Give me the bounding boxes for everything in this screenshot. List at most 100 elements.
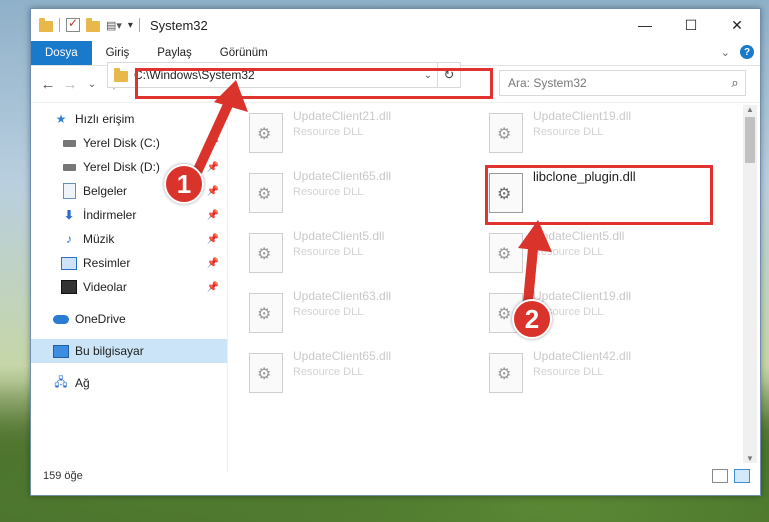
search-icon: ⌕ bbox=[731, 75, 739, 90]
search-input[interactable]: Ara: System32 bbox=[508, 76, 725, 90]
help-icon[interactable]: ? bbox=[740, 45, 754, 59]
file-name: UpdateClient42.dll bbox=[533, 349, 632, 363]
pin-icon[interactable]: 📌 bbox=[207, 186, 219, 197]
file-name: UpdateClient19.dll bbox=[533, 109, 632, 123]
address-highlight-box bbox=[135, 68, 493, 99]
status-bar: 159 öğe bbox=[31, 465, 758, 487]
dll-file-icon bbox=[249, 233, 283, 273]
pin-icon[interactable]: 📌 bbox=[207, 234, 219, 245]
sidebar-item-label: Ağ bbox=[75, 376, 90, 390]
separator bbox=[59, 18, 60, 32]
title-bar: ▤▾ ▾ System32 — ☐ ✕ bbox=[31, 9, 760, 41]
file-type: Resource DLL bbox=[533, 246, 604, 258]
sidebar-item-label: Videolar bbox=[83, 280, 127, 294]
download-icon: ⬇ bbox=[63, 208, 75, 222]
file-name: UpdateClient21.dll bbox=[293, 109, 392, 123]
navigation-pane: ★ Hızlı erişim Yerel Disk (C:) 📌 Yerel D… bbox=[31, 107, 228, 472]
sidebar-item-videos[interactable]: Videolar 📌 bbox=[31, 275, 227, 299]
file-item[interactable]: UpdateClient65.dll Resource DLL bbox=[241, 165, 471, 221]
file-item[interactable]: UpdateClient5.dll Resource DLL bbox=[481, 225, 711, 281]
back-button[interactable]: ← bbox=[37, 76, 59, 93]
properties-icon[interactable] bbox=[66, 16, 80, 32]
pin-icon[interactable]: 📌 bbox=[207, 258, 219, 269]
star-icon: ★ bbox=[55, 112, 67, 126]
expand-ribbon-icon[interactable]: ⌄ bbox=[721, 46, 730, 59]
customize-toolbar-icon[interactable]: ▤▾ bbox=[106, 19, 122, 32]
file-item[interactable]: UpdateClient5.dll Resource DLL bbox=[241, 225, 471, 281]
recent-locations-button[interactable]: ⌄ bbox=[81, 79, 103, 90]
sidebar-item-music[interactable]: ♪ Müzik 📌 bbox=[31, 227, 227, 251]
sidebar-item-quick-access[interactable]: ★ Hızlı erişim bbox=[31, 107, 227, 131]
sidebar-item-downloads[interactable]: ⬇ İndirmeler 📌 bbox=[31, 203, 227, 227]
pin-icon[interactable]: 📌 bbox=[207, 138, 219, 149]
video-icon bbox=[61, 279, 77, 295]
document-icon bbox=[61, 183, 77, 199]
sidebar-item-label: Hızlı erişim bbox=[75, 112, 135, 126]
sidebar-item-label: Resimler bbox=[83, 256, 131, 270]
sidebar-item-this-pc[interactable]: Bu bilgisayar bbox=[31, 339, 227, 363]
separator bbox=[138, 18, 140, 32]
forward-button[interactable]: → bbox=[59, 76, 81, 93]
cloud-icon bbox=[53, 311, 69, 327]
window-controls: — ☐ ✕ bbox=[622, 9, 760, 41]
window-title: System32 bbox=[149, 17, 208, 33]
file-item[interactable]: UpdateClient65.dll Resource DLL bbox=[241, 345, 471, 401]
file-type: Resource DLL bbox=[293, 366, 364, 378]
sidebar-item-network[interactable]: 🖧 Ağ bbox=[31, 371, 227, 395]
new-folder-icon[interactable] bbox=[86, 17, 100, 32]
dll-file-icon bbox=[489, 113, 523, 153]
file-highlight-box bbox=[485, 165, 713, 225]
file-item[interactable]: UpdateClient19.dll Resource DLL bbox=[481, 105, 711, 161]
dll-file-icon bbox=[249, 353, 283, 393]
file-name: UpdateClient5.dll bbox=[293, 229, 385, 243]
file-type: Resource DLL bbox=[293, 186, 364, 198]
view-buttons bbox=[712, 469, 750, 483]
details-view-icon[interactable] bbox=[712, 469, 728, 483]
drive-icon bbox=[61, 159, 77, 175]
file-item[interactable]: UpdateClient42.dll Resource DLL bbox=[481, 345, 711, 401]
pin-icon[interactable]: 📌 bbox=[207, 162, 219, 173]
sidebar-item-onedrive[interactable]: OneDrive bbox=[31, 307, 227, 331]
dll-file-icon bbox=[249, 293, 283, 333]
file-item[interactable]: UpdateClient21.dll Resource DLL bbox=[241, 105, 471, 161]
sidebar-item-label: İndirmeler bbox=[83, 208, 137, 222]
vertical-scrollbar[interactable]: ▲ ▼ bbox=[743, 105, 757, 463]
file-name: UpdateClient65.dll bbox=[293, 349, 392, 363]
file-type: Resource DLL bbox=[293, 246, 364, 258]
music-icon: ♪ bbox=[66, 232, 72, 246]
dropdown-arrow-icon[interactable]: ▾ bbox=[128, 20, 133, 31]
dll-file-icon bbox=[489, 233, 523, 273]
item-count: 159 öğe bbox=[43, 470, 83, 482]
file-type: Resource DLL bbox=[533, 126, 604, 138]
scroll-up-icon[interactable]: ▲ bbox=[743, 105, 757, 114]
step-1-callout: 1 bbox=[164, 164, 204, 204]
step-2-callout: 2 bbox=[512, 299, 552, 339]
scrollbar-thumb[interactable] bbox=[745, 117, 755, 163]
file-type: Resource DLL bbox=[293, 126, 364, 138]
search-box[interactable]: Ara: System32 ⌕ bbox=[499, 70, 746, 96]
sidebar-item-pictures[interactable]: Resimler 📌 bbox=[31, 251, 227, 275]
pin-icon[interactable]: 📌 bbox=[207, 210, 219, 221]
maximize-button[interactable]: ☐ bbox=[668, 9, 714, 41]
tab-file[interactable]: Dosya bbox=[31, 41, 92, 65]
minimize-button[interactable]: — bbox=[622, 9, 668, 41]
file-type: Resource DLL bbox=[533, 366, 604, 378]
scroll-down-icon[interactable]: ▼ bbox=[743, 454, 757, 463]
large-icons-view-icon[interactable] bbox=[734, 469, 750, 483]
drive-icon bbox=[61, 135, 77, 151]
computer-icon bbox=[53, 343, 69, 359]
sidebar-item-label: Yerel Disk (D:) bbox=[83, 160, 160, 174]
folder-icon bbox=[39, 17, 53, 32]
pin-icon[interactable]: 📌 bbox=[207, 282, 219, 293]
close-button[interactable]: ✕ bbox=[714, 9, 760, 41]
folder-icon bbox=[114, 67, 128, 82]
file-name: UpdateClient19.dll bbox=[533, 289, 632, 303]
dll-file-icon bbox=[249, 173, 283, 213]
file-name: UpdateClient63.dll bbox=[293, 289, 392, 303]
sidebar-item-drive-c[interactable]: Yerel Disk (C:) 📌 bbox=[31, 131, 227, 155]
dll-file-icon bbox=[489, 353, 523, 393]
pictures-icon bbox=[61, 255, 77, 271]
file-item[interactable]: UpdateClient63.dll Resource DLL bbox=[241, 285, 471, 341]
sidebar-item-label: Yerel Disk (C:) bbox=[83, 136, 160, 150]
sidebar-item-label: Müzik bbox=[83, 232, 115, 246]
